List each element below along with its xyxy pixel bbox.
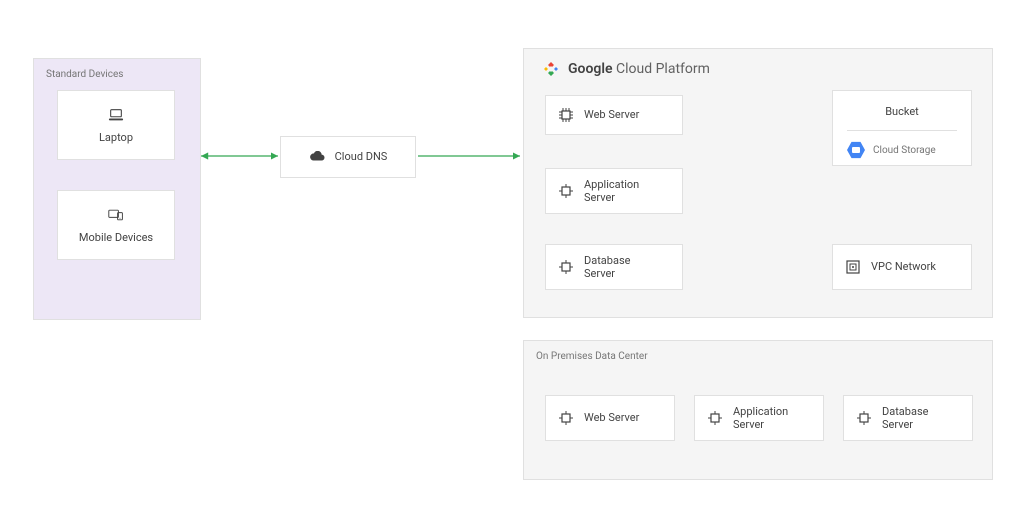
bucket-service: Cloud Storage (873, 145, 936, 156)
mobile-card: Mobile Devices (57, 190, 175, 260)
db-server-label: Database Server (584, 254, 630, 280)
op-db-card: Database Server (843, 395, 973, 441)
compute-icon (856, 410, 872, 426)
cloud-icon (309, 149, 325, 165)
mobile-label: Mobile Devices (79, 231, 153, 244)
devices-icon (108, 207, 124, 223)
app-server-card: Application Server (545, 168, 683, 214)
web-server-label: Web Server (584, 108, 639, 121)
devices-panel-title: Standard Devices (34, 59, 200, 86)
compute-icon (558, 107, 574, 123)
vpc-icon (845, 259, 861, 275)
laptop-icon (108, 107, 124, 123)
compute-icon (558, 259, 574, 275)
app-server-label: Application Server (584, 178, 639, 204)
compute-icon (707, 410, 723, 426)
gcp-brand: Google Cloud Platform (568, 61, 710, 77)
op-app-label: Application Server (733, 405, 788, 431)
onprem-panel-title: On Premises Data Center (524, 341, 992, 368)
db-server-card: Database Server (545, 244, 683, 290)
laptop-label: Laptop (99, 131, 133, 144)
bucket-card: Bucket Cloud Storage (832, 90, 972, 166)
compute-icon (558, 183, 574, 199)
gcp-header: Google Cloud Platform (542, 60, 710, 78)
laptop-card: Laptop (57, 90, 175, 160)
op-web-card: Web Server (545, 395, 675, 441)
vpc-label: VPC Network (871, 260, 936, 273)
bucket-label: Bucket (847, 91, 957, 131)
op-db-label: Database Server (882, 405, 928, 431)
compute-icon (558, 410, 574, 426)
op-web-label: Web Server (584, 411, 639, 424)
vpc-card: VPC Network (832, 244, 972, 290)
gcp-logo-icon (542, 60, 560, 78)
web-server-card: Web Server (545, 95, 683, 135)
cloud-dns-label: Cloud DNS (335, 150, 388, 163)
storage-hex-icon (847, 141, 865, 159)
op-app-card: Application Server (694, 395, 824, 441)
cloud-dns-card: Cloud DNS (280, 136, 416, 178)
